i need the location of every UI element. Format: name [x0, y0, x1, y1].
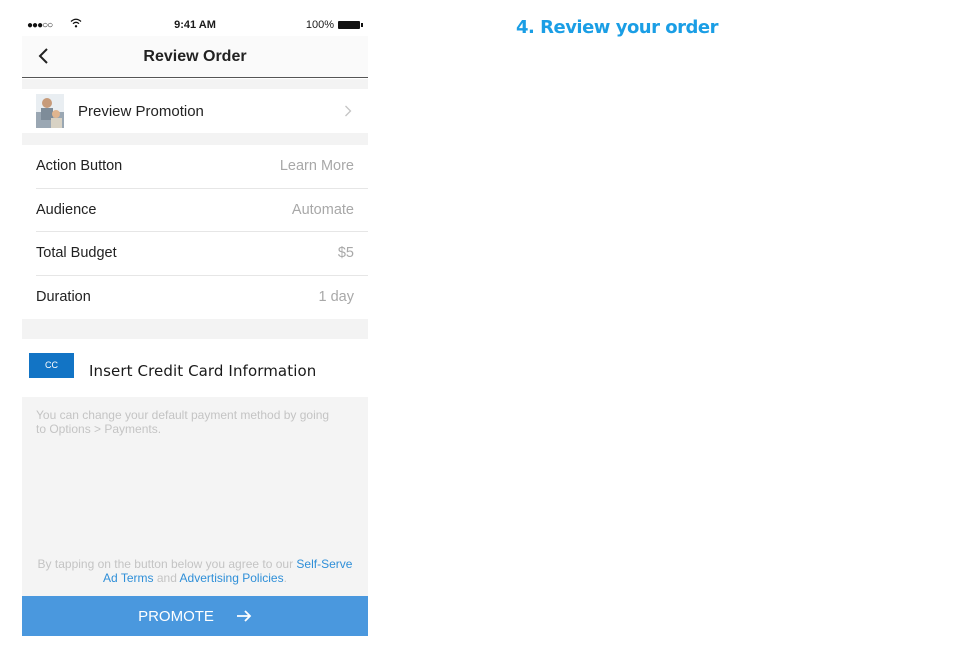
battery-icon	[338, 21, 363, 29]
legal-middle: and	[153, 571, 180, 585]
credit-card-label: Insert Credit Card Information	[89, 362, 317, 380]
legal-agreement-text: By tapping on the button below you agree…	[32, 557, 358, 585]
status-bar: ●●●○○ 9:41 AM 100%	[22, 0, 368, 36]
promote-button[interactable]: PROMOTE	[22, 596, 368, 636]
promotion-thumbnail-icon	[36, 94, 64, 128]
preview-promotion-label: Preview Promotion	[78, 103, 204, 120]
detail-value: Learn More	[279, 158, 354, 174]
detail-row-duration[interactable]: Duration 1 day	[36, 276, 368, 320]
section-divider	[22, 319, 368, 339]
legal-suffix: .	[283, 571, 287, 585]
section-divider	[22, 133, 368, 145]
promote-button-label: PROMOTE	[138, 607, 214, 625]
arrow-right-icon	[236, 610, 252, 622]
detail-key: Duration	[36, 288, 91, 305]
detail-value: $5	[337, 245, 354, 261]
battery-percent: 100%	[305, 19, 334, 31]
detail-value: 1 day	[318, 288, 354, 305]
section-divider	[22, 79, 368, 89]
preview-promotion-row[interactable]: Preview Promotion	[22, 89, 368, 133]
advertising-policies-link[interactable]: Advertising Policies	[180, 571, 284, 585]
payment-info-area: You can change your default payment meth…	[22, 397, 368, 596]
phone-screen: ●●●○○ 9:41 AM 100% Review Order Preview …	[22, 0, 368, 636]
chevron-right-icon	[345, 105, 352, 117]
credit-card-row[interactable]: CC Insert Credit Card Information	[22, 339, 368, 397]
detail-row-audience[interactable]: Audience Automate	[36, 189, 368, 232]
detail-row-action-button[interactable]: Action Button Learn More	[36, 145, 368, 189]
credit-card-badge: CC	[29, 353, 74, 378]
nav-bar: Review Order	[22, 36, 368, 78]
detail-row-total-budget[interactable]: Total Budget $5	[36, 232, 368, 276]
detail-key: Total Budget	[36, 245, 117, 261]
detail-key: Audience	[36, 201, 97, 218]
payment-method-note: You can change your default payment meth…	[36, 408, 330, 436]
detail-value: Automate	[291, 201, 354, 218]
legal-prefix: By tapping on the button below you agree…	[37, 557, 297, 571]
detail-key: Action Button	[36, 158, 123, 174]
page-title: Review Order	[143, 48, 247, 65]
order-details-list: Action Button Learn More Audience Automa…	[22, 145, 368, 319]
step-title: 4. Review your order	[516, 17, 718, 38]
